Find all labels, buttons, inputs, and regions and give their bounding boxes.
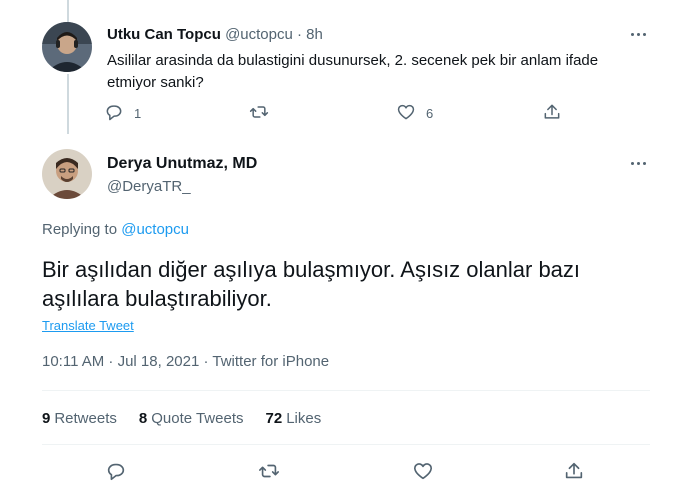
author-name[interactable]: Utku Can Topcu	[107, 26, 221, 43]
replying-to: Replying to @uctopcu	[42, 221, 189, 238]
tweet-time[interactable]: 8h	[306, 26, 323, 43]
reply-action-bar: 1 6	[104, 102, 574, 126]
translate-tweet-link[interactable]: Translate Tweet	[42, 318, 134, 333]
more-icon[interactable]	[631, 29, 651, 39]
divider	[42, 444, 650, 445]
reply-icon	[104, 102, 124, 125]
author-handle[interactable]: @uctopcu	[225, 26, 293, 43]
thread-line-bottom	[67, 74, 69, 134]
tweet-text: Asililar arasinda da bulastigini dusunur…	[107, 52, 599, 91]
tweet-timestamp[interactable]: 10:11 AM · Jul 18, 2021 · Twitter for iP…	[42, 353, 329, 370]
share-button[interactable]	[542, 102, 562, 125]
quote-tweets-stat[interactable]: 8 Quote Tweets	[139, 410, 244, 427]
reply-header: Utku Can Topcu @uctopcu · 8h	[107, 26, 323, 43]
author-handle[interactable]: @DeryaTR_	[107, 178, 191, 195]
like-icon	[396, 102, 416, 125]
avatar[interactable]	[42, 149, 92, 199]
like-count: 6	[426, 106, 434, 121]
reply-button[interactable]	[105, 460, 127, 485]
main-action-bar	[105, 460, 595, 484]
like-button[interactable]	[412, 460, 434, 485]
more-icon[interactable]	[631, 158, 651, 168]
tweet-text: Bir aşılıdan diğer aşılıya bulaşmıyor. A…	[42, 257, 581, 311]
replying-mention-link[interactable]: @uctopcu	[121, 221, 189, 238]
reply-count: 1	[134, 106, 142, 121]
replying-prefix: Replying to	[42, 221, 118, 238]
like-button[interactable]: 6	[396, 102, 433, 125]
share-button[interactable]	[563, 460, 585, 485]
reply-icon	[105, 460, 127, 485]
reply-button[interactable]: 1	[104, 102, 141, 125]
avatar[interactable]	[42, 22, 92, 72]
thread-line-top	[67, 0, 69, 22]
retweet-button[interactable]	[258, 460, 280, 485]
likes-stat[interactable]: 72 Likes	[266, 410, 322, 427]
like-icon	[412, 460, 434, 485]
separator-dot: ·	[297, 26, 302, 43]
retweet-button[interactable]	[249, 102, 279, 125]
author-name[interactable]: Derya Unutmaz, MD	[107, 155, 257, 173]
retweet-icon	[258, 460, 280, 485]
share-icon	[542, 102, 562, 125]
share-icon	[563, 460, 585, 485]
retweet-icon	[249, 102, 269, 125]
retweets-stat[interactable]: 9 Retweets	[42, 410, 117, 427]
divider	[42, 390, 650, 391]
tweet-stats: 9 Retweets 8 Quote Tweets 72 Likes	[42, 410, 321, 427]
